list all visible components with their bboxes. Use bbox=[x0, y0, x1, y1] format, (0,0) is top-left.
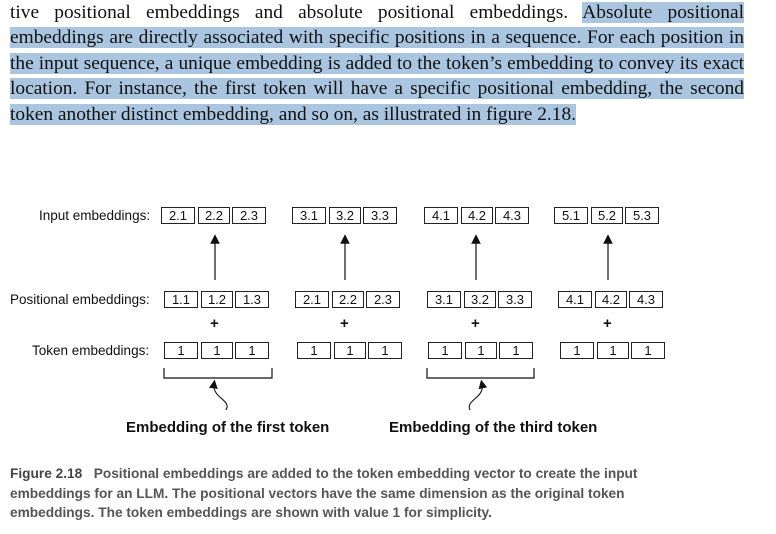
bracket-first-token bbox=[163, 368, 273, 379]
plus-sign-4: + bbox=[603, 315, 612, 332]
caption-text: Positional embeddings are added to the t… bbox=[10, 466, 638, 520]
third-token-annotation: Embedding of the third token bbox=[389, 419, 598, 436]
bracket-third-token bbox=[426, 368, 535, 379]
figure-caption: Figure 2.18 Positional embeddings are ad… bbox=[10, 464, 670, 523]
plus-sign-3: + bbox=[471, 315, 480, 332]
diagram-lines bbox=[163, 234, 613, 411]
plus-sign-1: + bbox=[210, 315, 219, 332]
figure-number: Figure 2.18 bbox=[10, 466, 83, 481]
plus-sign-2: + bbox=[340, 315, 349, 332]
curved-arrow-third bbox=[468, 379, 488, 411]
first-token-annotation: Embedding of the first token bbox=[126, 419, 330, 436]
curved-arrow-first bbox=[209, 379, 228, 411]
